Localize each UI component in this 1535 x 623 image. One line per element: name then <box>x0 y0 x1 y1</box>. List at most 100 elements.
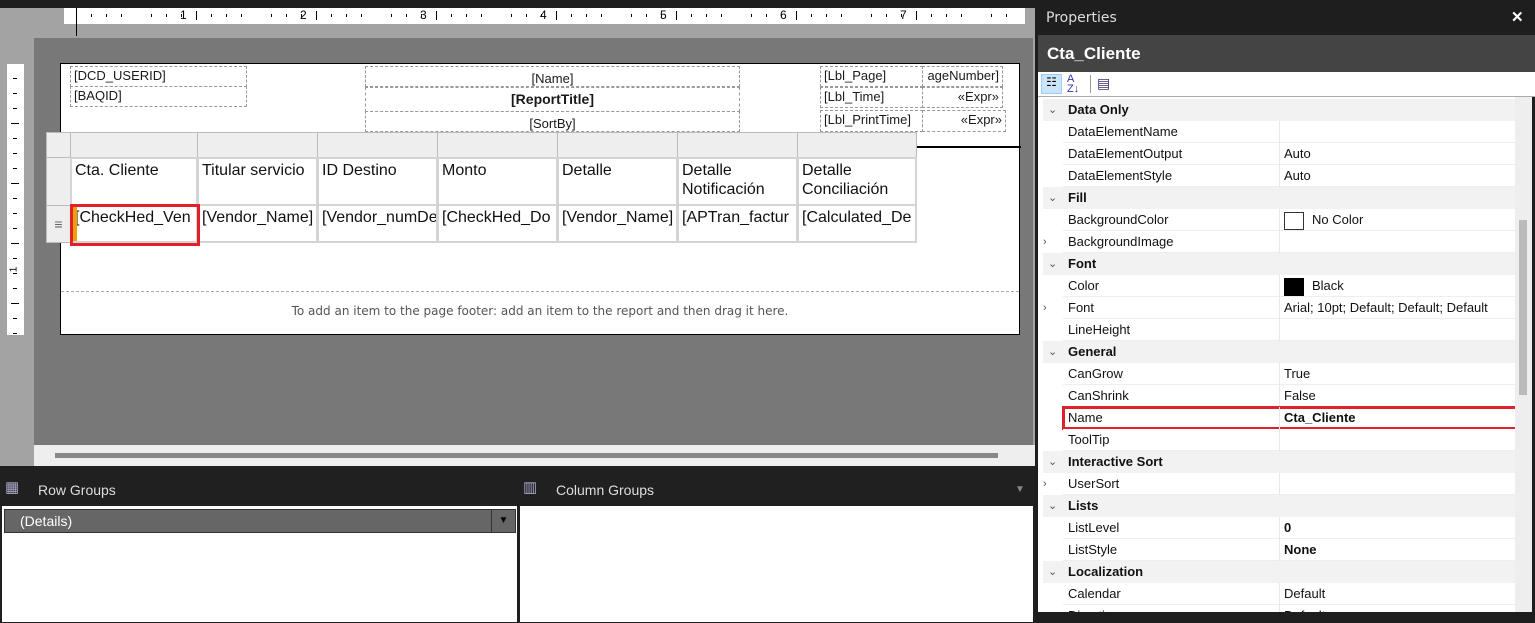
detail-cell[interactable]: [APTran_factur <box>677 204 798 243</box>
category-fill[interactable]: ⌄ Fill <box>1043 187 1515 209</box>
column-handle[interactable] <box>437 132 558 158</box>
column-handle[interactable] <box>70 132 198 158</box>
column-handle[interactable] <box>557 132 678 158</box>
property-pages-icon[interactable]: ▤ <box>1097 75 1110 92</box>
header-cell[interactable]: Titular servicio <box>197 157 318 206</box>
header-cell[interactable]: Detalle Notificación <box>677 157 798 206</box>
property-value[interactable]: Default <box>1279 583 1515 605</box>
textbox-printtime-expr[interactable]: «Expr» <box>922 110 1006 132</box>
collapse-chevron-icon[interactable]: ⌄ <box>1048 253 1057 275</box>
pane-dropdown-icon[interactable]: ▼ <box>1015 484 1025 495</box>
header-cell[interactable]: ID Destino <box>317 157 438 206</box>
expand-chevron-icon[interactable]: › <box>1043 297 1047 319</box>
property-value[interactable] <box>1279 231 1515 253</box>
column-handle[interactable] <box>677 132 798 158</box>
selected-cell-outline <box>70 204 200 246</box>
textbox-dcd-userid[interactable]: [DCD_USERID] <box>70 66 247 87</box>
property-row-dataelementoutput[interactable]: DataElementOutput Auto <box>1063 143 1515 165</box>
row-group-details[interactable]: (Details) ▼ <box>4 509 516 533</box>
header-cell[interactable]: Detalle Conciliación <box>797 157 917 206</box>
textbox-time-expr[interactable]: «Expr» <box>922 87 1003 108</box>
property-value[interactable]: Default <box>1279 605 1515 612</box>
property-value[interactable]: Auto <box>1279 143 1515 165</box>
column-handle[interactable] <box>797 132 917 158</box>
property-value[interactable]: 0 <box>1279 517 1515 539</box>
property-value[interactable]: False <box>1279 385 1515 407</box>
textbox-sortby[interactable]: [SortBy] <box>365 111 740 132</box>
column-handle[interactable] <box>197 132 318 158</box>
collapse-chevron-icon[interactable]: ⌄ <box>1048 99 1057 121</box>
selection-handle[interactable] <box>73 207 77 241</box>
row-handle-details[interactable]: ≡ <box>46 205 71 243</box>
collapse-chevron-icon[interactable]: ⌄ <box>1048 341 1057 363</box>
property-value[interactable]: Black <box>1279 275 1515 297</box>
property-row-font[interactable]: › Font Arial; 10pt; Default; Default; Defa… <box>1043 297 1515 319</box>
property-row-lineheight[interactable]: LineHeight <box>1063 319 1515 341</box>
category-data-only[interactable]: ⌄ Data Only <box>1043 99 1515 121</box>
column-handle[interactable] <box>317 132 438 158</box>
textbox-lbl-printtime[interactable]: [Lbl_PrintTime] <box>820 110 923 132</box>
alphabetical-sort-icon[interactable]: A Z↓ <box>1067 74 1079 95</box>
property-value[interactable] <box>1279 473 1515 495</box>
tablix-corner-handle[interactable] <box>46 132 71 158</box>
property-value[interactable]: Auto <box>1279 165 1515 187</box>
scrollbar-thumb[interactable] <box>55 453 998 458</box>
properties-scrollbar-thumb[interactable] <box>1519 220 1527 395</box>
property-row-dataelementname[interactable]: DataElementName <box>1063 121 1515 143</box>
category-general[interactable]: ⌄ General <box>1043 341 1515 363</box>
property-row-calendar[interactable]: Calendar Default <box>1063 583 1515 605</box>
textbox-lbl-time[interactable]: [Lbl_Time] <box>820 87 923 108</box>
property-row-liststyle[interactable]: ListStyle None <box>1063 539 1515 561</box>
property-row-usersort[interactable]: › UserSort <box>1043 473 1515 495</box>
textbox-page-number[interactable]: ageNumber] <box>922 66 1003 87</box>
textbox-name[interactable]: [Name] <box>365 66 740 87</box>
property-value[interactable]: None <box>1279 539 1515 561</box>
detail-cell[interactable]: [Vendor_Name] <box>557 204 678 243</box>
category-lists[interactable]: ⌄ Lists <box>1043 495 1515 517</box>
property-row-tooltip[interactable]: ToolTip <box>1063 429 1515 451</box>
property-value[interactable] <box>1279 121 1515 143</box>
textbox-baqid[interactable]: [BAQID] <box>70 86 247 107</box>
horizontal-scrollbar[interactable] <box>34 445 1035 466</box>
property-row-color[interactable]: Color Black <box>1063 275 1515 297</box>
detail-cell[interactable]: [CheckHed_Do <box>437 204 558 243</box>
row-handle-header[interactable] <box>46 157 71 206</box>
category-font[interactable]: ⌄ Font <box>1043 253 1515 275</box>
categorized-icon[interactable]: ☷ <box>1041 74 1062 94</box>
property-value[interactable]: Cta_Cliente <box>1279 407 1515 429</box>
collapse-chevron-icon[interactable]: ⌄ <box>1048 187 1057 209</box>
expand-chevron-icon[interactable]: › <box>1043 231 1047 253</box>
collapse-chevron-icon[interactable]: ⌄ <box>1048 561 1057 583</box>
property-row-canshrink[interactable]: CanShrink False <box>1063 385 1515 407</box>
property-value[interactable]: True <box>1279 363 1515 385</box>
property-value[interactable] <box>1279 429 1515 451</box>
detail-cell[interactable]: [Calculated_De <box>797 204 917 243</box>
category-interactive-sort[interactable]: ⌄ Interactive Sort <box>1043 451 1515 473</box>
textbox-lbl-page[interactable]: [Lbl_Page] <box>820 66 923 87</box>
collapse-chevron-icon[interactable]: ⌄ <box>1048 495 1057 517</box>
category-localization[interactable]: ⌄ Localization <box>1043 561 1515 583</box>
property-row-backgroundimage[interactable]: › BackgroundImage <box>1043 231 1515 253</box>
expand-chevron-icon[interactable]: › <box>1043 473 1047 495</box>
header-cell-text: Monto <box>442 162 487 179</box>
collapse-chevron-icon[interactable]: ⌄ <box>1048 451 1057 473</box>
row-group-dropdown-icon[interactable]: ▼ <box>491 510 515 532</box>
property-value[interactable]: No Color <box>1279 209 1515 231</box>
close-icon[interactable]: ✕ <box>1511 8 1524 26</box>
property-row-backgroundcolor[interactable]: BackgroundColor No Color <box>1063 209 1515 231</box>
header-cell[interactable]: Monto <box>437 157 558 206</box>
detail-cell[interactable]: [Vendor_numDe <box>317 204 438 243</box>
property-value[interactable]: Arial; 10pt; Default; Default; Default <box>1279 297 1515 319</box>
property-row-listlevel[interactable]: ListLevel 0 <box>1063 517 1515 539</box>
detail-cell[interactable]: [Vendor_Name] <box>197 204 318 243</box>
property-row-cangrow[interactable]: CanGrow True <box>1063 363 1515 385</box>
property-row-dataelementstyle[interactable]: DataElementStyle Auto <box>1063 165 1515 187</box>
property-value[interactable] <box>1279 319 1515 341</box>
textbox-report-title[interactable]: [ReportTitle] <box>365 87 740 112</box>
header-cell[interactable]: Cta. Cliente <box>70 157 198 206</box>
property-row-name[interactable]: Name Cta_Cliente <box>1062 406 1515 430</box>
vertical-ruler: 1 <box>7 64 24 335</box>
property-row-direction[interactable]: DirectionDefault <box>1063 605 1515 612</box>
header-cell[interactable]: Detalle <box>557 157 678 206</box>
properties-scrollbar[interactable] <box>1515 97 1532 612</box>
